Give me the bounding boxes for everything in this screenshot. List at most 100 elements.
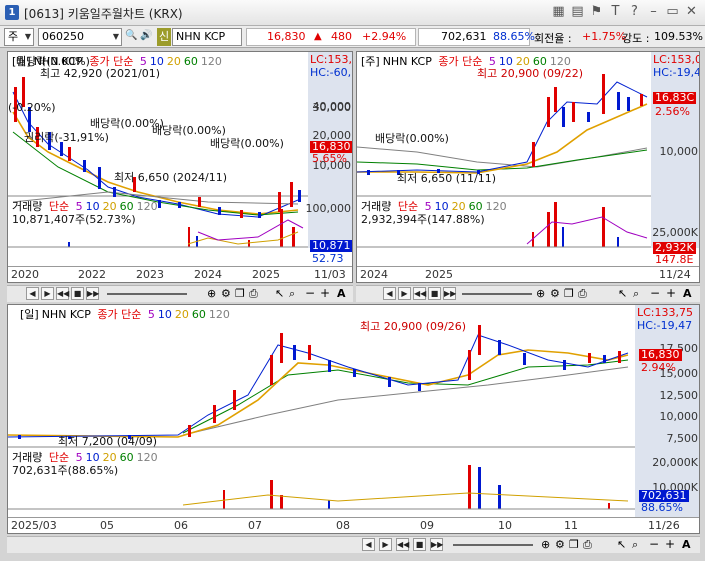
chart-type-select[interactable]: 주 ▼ xyxy=(4,28,34,46)
crosshair-icon[interactable]: ⊕ xyxy=(541,538,550,551)
scroll-start-button[interactable]: ◀◀ xyxy=(56,287,69,300)
volume-value: 702,631주(88.65%) xyxy=(12,464,119,477)
cursor-icon[interactable]: ↖ xyxy=(618,287,627,300)
volume-pct: 88.65% xyxy=(493,30,535,43)
scroll-left-button[interactable]: ◀ xyxy=(362,538,375,551)
crosshair-icon[interactable]: ⊕ xyxy=(207,287,216,300)
volume-pct-tag: 88.65% xyxy=(641,501,683,514)
monthly-nav-bar: ◀ ▶ ◀◀ ■ ▶▶ ⊕ ⚙ ❐ ⎙ ↖ ⌕ − + A xyxy=(7,285,353,302)
font-size-icon[interactable]: A xyxy=(682,538,691,551)
minus-icon[interactable]: − xyxy=(650,286,660,300)
print-icon[interactable]: ⎙ xyxy=(578,287,587,301)
stock-code-input[interactable]: 060250 ▼ xyxy=(38,28,122,46)
copy-icon[interactable]: ❐ xyxy=(564,287,574,300)
vol-ma60: 60 xyxy=(119,451,134,464)
sin-badge: 신 xyxy=(157,28,171,46)
volume-pct-tag: 147.8E xyxy=(655,253,694,266)
plus-icon[interactable]: + xyxy=(666,286,676,300)
volume-tag: 10,871 xyxy=(310,239,352,252)
zoom-icon[interactable]: ⌕ xyxy=(632,538,638,552)
weekly-chart-panel[interactable]: [주] NHN KCP 종가 단순 5 10 20 60 120 LC:153,0 HC:… xyxy=(356,51,700,283)
search-icon[interactable]: 🔍 xyxy=(125,30,137,45)
volume-value: 2,932,394주(147.88%) xyxy=(361,213,485,226)
minimize-icon[interactable]: – xyxy=(646,4,661,19)
scroll-right-button[interactable]: ▶ xyxy=(41,287,54,300)
scroll-start-button[interactable]: ◀◀ xyxy=(396,538,409,551)
plus-icon[interactable]: + xyxy=(665,537,675,551)
zoom-icon[interactable]: ⌕ xyxy=(633,287,639,301)
current-price-tag: 16,83C xyxy=(653,91,697,104)
zoom-slider[interactable] xyxy=(453,544,533,546)
question-icon[interactable]: ? xyxy=(627,4,642,19)
daily-y-axis: LC:133,75 HC:-19,47 17,500 16,830 2.94% … xyxy=(635,305,699,517)
daily-chart-panel[interactable]: [일] NHN KCP 종가 단순 5 10 20 60 120 LC:133,75 HC… xyxy=(7,304,700,534)
stop-button[interactable]: ■ xyxy=(413,538,426,551)
stock-name: NHN KCP xyxy=(176,30,226,43)
close-icon[interactable]: ✕ xyxy=(684,4,699,19)
cursor-icon[interactable]: ↖ xyxy=(275,287,284,300)
scroll-end-button[interactable]: ▶▶ xyxy=(430,538,443,551)
max-annotation: 최고 20,900 (09/26) xyxy=(360,320,467,333)
scroll-end-button[interactable]: ▶▶ xyxy=(443,287,456,300)
stock-code-value: 060250 xyxy=(42,30,84,43)
x-label: 10 xyxy=(498,519,512,532)
weekly-y-axis: LC:153,0 HC:-19,4 16,83C 2.56% 10,000 25… xyxy=(651,52,699,266)
change-pct-tag: 5.65% xyxy=(312,152,347,165)
grid-icon[interactable]: ▦ xyxy=(551,4,566,19)
font-icon[interactable]: T xyxy=(608,4,623,19)
print-icon[interactable]: ⎙ xyxy=(583,538,592,552)
bookmark-icon[interactable]: ⚑ xyxy=(589,4,604,19)
scroll-start-button[interactable]: ◀◀ xyxy=(413,287,426,300)
stop-button[interactable]: ■ xyxy=(428,287,441,300)
scroll-left-button[interactable]: ◀ xyxy=(383,287,396,300)
settings-icon[interactable]: ⚙ xyxy=(221,287,231,300)
restore-icon[interactable]: ▭ xyxy=(665,4,680,19)
chevron-down-icon: ▼ xyxy=(24,32,31,41)
scroll-right-button[interactable]: ▶ xyxy=(398,287,411,300)
strength-value: 109.53% xyxy=(654,30,703,43)
price-box: 16,830 ▲ 480 +2.94% xyxy=(246,28,416,46)
y-tick: 15,000 xyxy=(659,367,699,380)
weekly-nav-bar: ◀ ▶ ◀◀ ■ ▶▶ ⊕ ⚙ ❐ ⎙ ↖ ⌕ − + A xyxy=(356,285,700,302)
copy-icon[interactable]: ❐ xyxy=(235,287,245,300)
volume-box: 702,631 88.65% xyxy=(418,28,535,46)
stop-button[interactable]: ■ xyxy=(71,287,84,300)
zoom-icon[interactable]: ⌕ xyxy=(289,287,295,301)
scroll-end-button[interactable]: ▶▶ xyxy=(86,287,99,300)
change-pct-tag: 2.56% xyxy=(655,105,690,118)
font-size-icon[interactable]: A xyxy=(337,287,346,300)
x-label: 06 xyxy=(174,519,188,532)
volume-value: 10,871,407주(52.73%) xyxy=(12,213,136,226)
settings-icon[interactable]: ⚙ xyxy=(550,287,560,300)
scroll-left-button[interactable]: ◀ xyxy=(26,287,39,300)
zoom-slider[interactable] xyxy=(462,293,532,295)
minus-icon[interactable]: − xyxy=(305,286,315,300)
vol-y-tick: 25,000K xyxy=(652,226,698,239)
x-label: 09 xyxy=(420,519,434,532)
chart-type-value: 주 xyxy=(8,30,19,43)
scroll-right-button[interactable]: ▶ xyxy=(379,538,392,551)
cursor-icon[interactable]: ↖ xyxy=(617,538,626,551)
x-label: 2025/03 xyxy=(11,519,57,532)
x-label: 11/26 xyxy=(648,519,680,532)
plus-icon[interactable]: + xyxy=(320,286,330,300)
font-size-icon[interactable]: A xyxy=(683,287,692,300)
zoom-slider[interactable] xyxy=(107,293,187,295)
speaker-icon[interactable]: 🔊 xyxy=(140,30,154,45)
copy-icon[interactable]: ❐ xyxy=(569,538,579,551)
layout-icon[interactable]: ▤ xyxy=(570,4,585,19)
x-label: 08 xyxy=(336,519,350,532)
stock-toolbar: 주 ▼ 060250 ▼ 🔍 🔊 신 NHN KCP 16,830 ▲ 480 +2… xyxy=(0,26,705,48)
y-tick: 10,000 xyxy=(659,410,699,423)
settings-icon[interactable]: ⚙ xyxy=(555,538,565,551)
volume-pct-tag: 52.73 xyxy=(312,252,344,265)
monthly-chart-panel[interactable]: [월]NHN KCP 종가 단순 5102060120 LC:153,0 HC:… xyxy=(7,51,353,283)
up-arrow-icon: ▲ xyxy=(314,31,322,42)
x-label: 2025 xyxy=(252,268,280,281)
minus-icon[interactable]: − xyxy=(649,537,659,551)
lc-value: LC:153,0 xyxy=(310,53,353,66)
stock-name-field: NHN KCP xyxy=(172,28,242,46)
print-icon[interactable]: ⎙ xyxy=(249,287,258,301)
y-tick: 12,500 xyxy=(659,389,699,402)
crosshair-icon[interactable]: ⊕ xyxy=(536,287,545,300)
